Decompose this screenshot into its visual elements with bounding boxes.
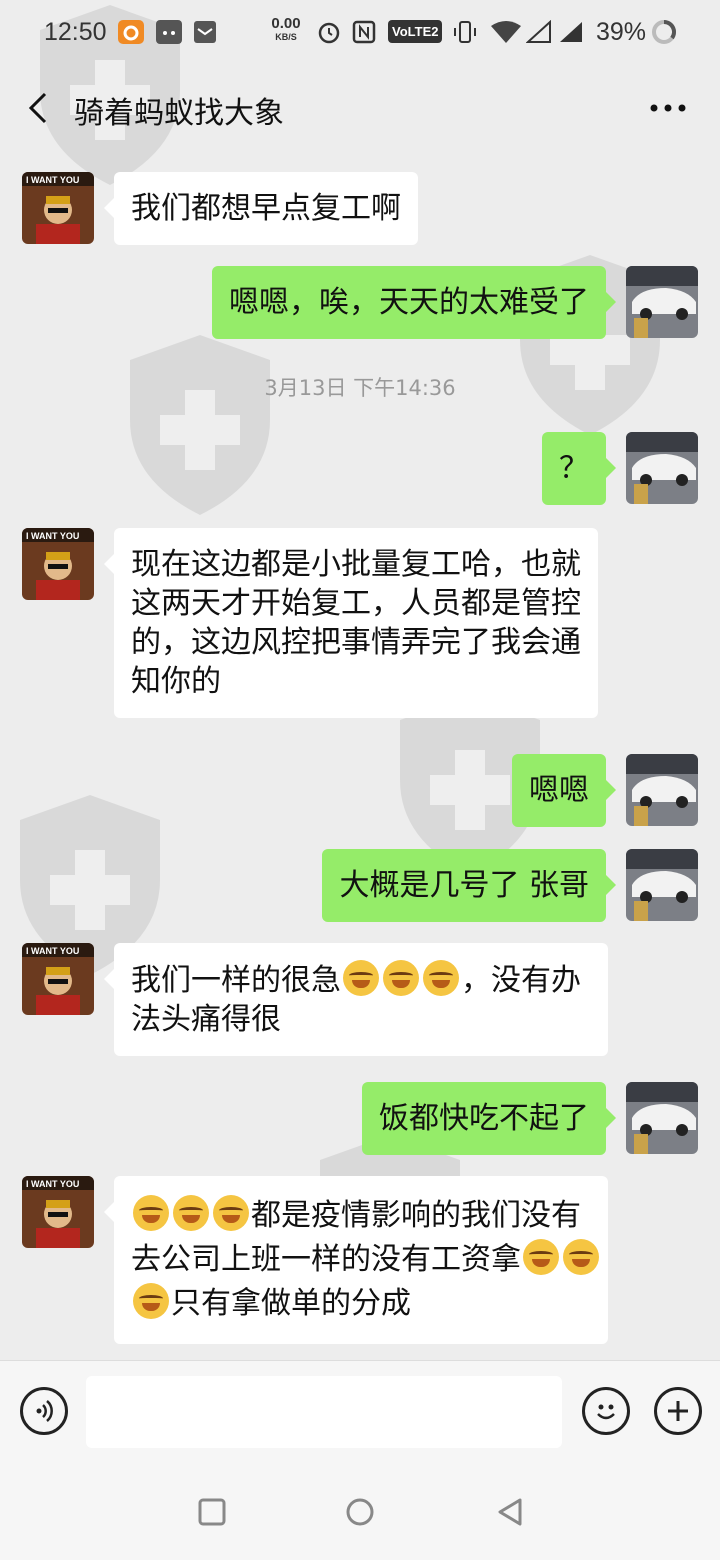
- battery-icon: [650, 20, 678, 44]
- crying-emoji-icon: [383, 960, 419, 996]
- message-text: 大概是几号了 张哥: [339, 868, 589, 903]
- home-button[interactable]: [344, 1496, 376, 1528]
- message-bubble-received[interactable]: 都是疫情影响的我们没有 去公司上班一样的没有工资拿 只有拿做单的分成: [104, 1176, 608, 1344]
- message-icon: [194, 20, 216, 44]
- svg-text:I WANT YOU: I WANT YOU: [26, 1179, 79, 1189]
- recents-button[interactable]: [196, 1496, 228, 1528]
- contact-avatar[interactable]: I WANT YOU: [22, 943, 94, 1015]
- circle-icon: [346, 1498, 374, 1526]
- crying-emoji-icon: [563, 1239, 599, 1275]
- contact-avatar[interactable]: I WANT YOU: [22, 528, 94, 600]
- system-navigation-bar: [0, 1464, 720, 1560]
- message-text: 嗯嗯: [529, 773, 589, 808]
- volte-badge: VoLTE2: [388, 20, 443, 43]
- battery-percent: 39%: [596, 18, 647, 46]
- message-text: 只有拿做单的分成: [171, 1286, 411, 1321]
- message-bubble-sent[interactable]: 嗯嗯: [512, 754, 616, 827]
- chat-title: 骑着蚂蚁找大象: [74, 96, 284, 131]
- more-button[interactable]: [646, 88, 690, 128]
- message-timestamp: 3月13日 下午14:36: [264, 376, 456, 400]
- chevron-left-icon: [28, 92, 47, 124]
- emoji-icon: [597, 1404, 615, 1420]
- message-bubble-received[interactable]: 我们都想早点复工啊: [104, 172, 418, 245]
- triangle-back-icon: [498, 1498, 522, 1526]
- my-avatar[interactable]: [626, 432, 698, 504]
- chat-header: 骑着蚂蚁找大象: [0, 66, 720, 150]
- message-bubble-sent[interactable]: 嗯嗯，唉，天天的太难受了: [212, 266, 616, 339]
- message-text-line: 法头痛得很: [131, 1002, 281, 1037]
- message-input[interactable]: [86, 1376, 562, 1448]
- my-avatar[interactable]: [626, 1082, 698, 1154]
- message-text: 都是疫情影响的我们没有: [251, 1198, 581, 1233]
- network-speed: 0.00 KB/S: [271, 15, 301, 42]
- nfc-icon: [352, 20, 376, 44]
- crying-emoji-icon: [213, 1195, 249, 1231]
- square-icon: [198, 1498, 226, 1526]
- message-text-line: 这两天才开始复工，人员都是管控: [131, 586, 581, 621]
- back-nav-button[interactable]: [494, 1496, 526, 1528]
- vibrate-icon: [452, 20, 478, 44]
- svg-text:I WANT YOU: I WANT YOU: [26, 175, 79, 185]
- status-bar: 12:50 0.00 KB/S VoLTE2 39%: [0, 0, 720, 66]
- message-bubble-received[interactable]: 我们一样的很急 ，没有办 法头痛得很: [104, 943, 608, 1056]
- my-avatar[interactable]: [626, 849, 698, 921]
- message-bubble-sent[interactable]: ？: [542, 432, 616, 505]
- shield-watermark-icon: [130, 335, 270, 515]
- uc-browser-icon: [118, 20, 144, 44]
- crying-emoji-icon: [133, 1195, 169, 1231]
- contact-avatar[interactable]: I WANT YOU: [22, 1176, 94, 1248]
- message-bubble-received[interactable]: 现在这边都是小批量复工哈，也就 这两天才开始复工，人员都是管控 的，这边风控把事…: [104, 528, 598, 718]
- back-button[interactable]: [20, 88, 56, 128]
- status-time: 12:50: [44, 18, 107, 46]
- voice-icon: [36, 1400, 53, 1422]
- svg-text:I WANT YOU: I WANT YOU: [26, 531, 79, 541]
- message-text: 我们一样的很急: [131, 963, 341, 998]
- alarm-icon: [316, 20, 342, 44]
- emoji-button[interactable]: [582, 1387, 630, 1435]
- chat-input-bar: [0, 1360, 720, 1464]
- plus-button[interactable]: [654, 1387, 702, 1435]
- contact-avatar[interactable]: I WANT YOU: [22, 172, 94, 244]
- signal-icon-2: [558, 20, 584, 44]
- message-text: 饭都快吃不起了: [379, 1101, 589, 1136]
- my-avatar[interactable]: [626, 266, 698, 338]
- message-text-line: 知你的: [131, 664, 221, 699]
- my-avatar[interactable]: [626, 754, 698, 826]
- app-notification-icon: [156, 20, 182, 44]
- crying-emoji-icon: [343, 960, 379, 996]
- crying-emoji-icon: [173, 1195, 209, 1231]
- message-text-line: 现在这边都是小批量复工哈，也就: [131, 547, 581, 582]
- message-bubble-sent[interactable]: 大概是几号了 张哥: [322, 849, 616, 922]
- plus-icon: [668, 1401, 688, 1421]
- crying-emoji-icon: [423, 960, 459, 996]
- crying-emoji-icon: [133, 1283, 169, 1319]
- message-text: 去公司上班一样的没有工资拿: [131, 1242, 521, 1277]
- message-text: 我们都想早点复工啊: [131, 191, 401, 226]
- signal-icon-1: [526, 20, 552, 44]
- crying-emoji-icon: [523, 1239, 559, 1275]
- message-text-line: 的，这边风控把事情弄完了我会通: [131, 625, 581, 660]
- more-dots-icon: [650, 104, 686, 112]
- message-text: ，没有办: [461, 963, 581, 998]
- message-text: ？: [559, 451, 589, 486]
- wifi-icon: [490, 20, 522, 44]
- voice-button[interactable]: [20, 1387, 68, 1435]
- message-bubble-sent[interactable]: 饭都快吃不起了: [362, 1082, 616, 1155]
- message-text: 嗯嗯，唉，天天的太难受了: [229, 285, 589, 320]
- svg-text:I WANT YOU: I WANT YOU: [26, 946, 79, 956]
